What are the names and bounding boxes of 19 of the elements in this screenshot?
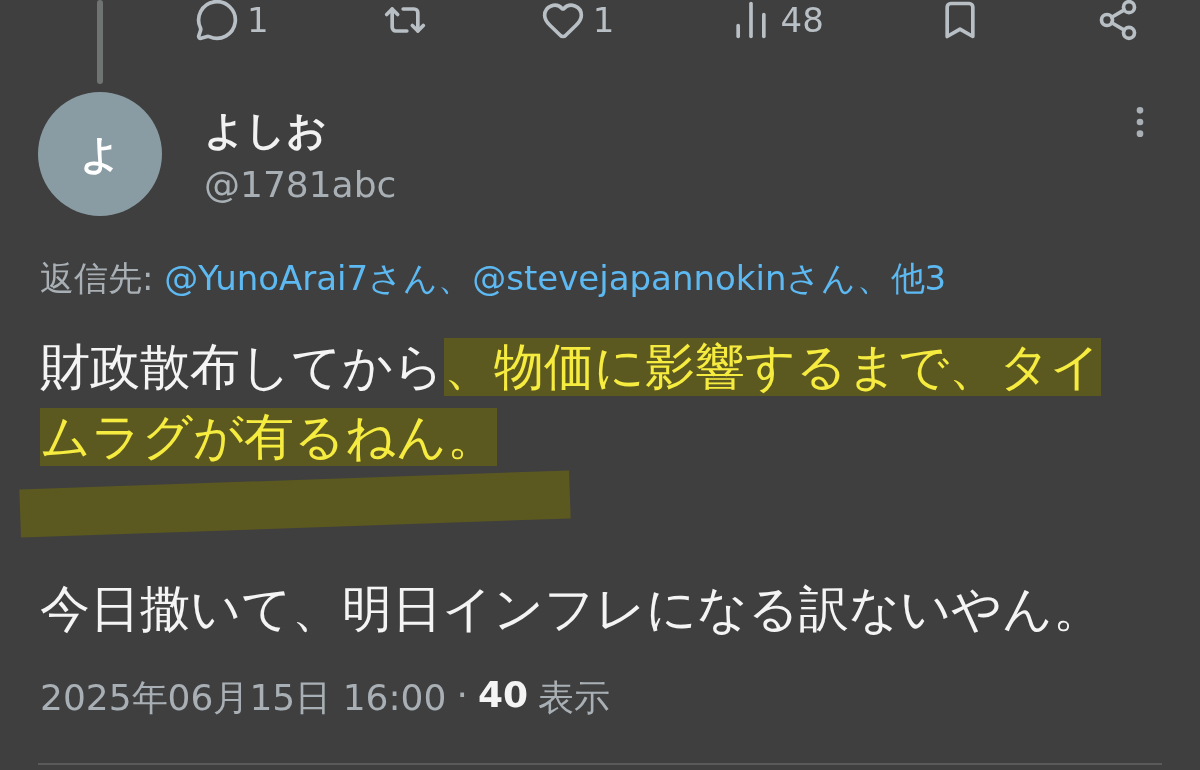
separator: 、 <box>856 257 891 300</box>
action-count: 1 <box>592 3 615 37</box>
mention-link[interactable]: @stevejapannokinさん <box>472 256 857 302</box>
others-link[interactable]: 他3 <box>890 256 947 302</box>
separator: 、 <box>438 257 473 300</box>
action-count: 48 <box>780 3 824 37</box>
author-handle: @1781abc <box>204 164 398 205</box>
view-count: 40 <box>477 674 528 717</box>
dot-separator: · <box>456 674 468 717</box>
timestamp: 2025年06月15日 16:00 <box>40 676 447 720</box>
action-count: 1 <box>247 3 269 37</box>
mention-link[interactable]: @YunoArai7さん <box>164 256 439 302</box>
avatar[interactable]: よ <box>38 92 162 216</box>
speech-bubble-icon[interactable] <box>195 0 239 42</box>
post-text: 今日撒いて、明日インフレになる訳ないやん。 <box>40 579 1104 640</box>
reply-label: 返信先: <box>40 257 154 300</box>
post-text: 財政散布してから、物価に影響するまで、タイムラグが有るねん。 <box>40 337 1102 468</box>
author-name: よしお <box>204 106 328 155</box>
views-label: 表示 <box>538 676 610 720</box>
